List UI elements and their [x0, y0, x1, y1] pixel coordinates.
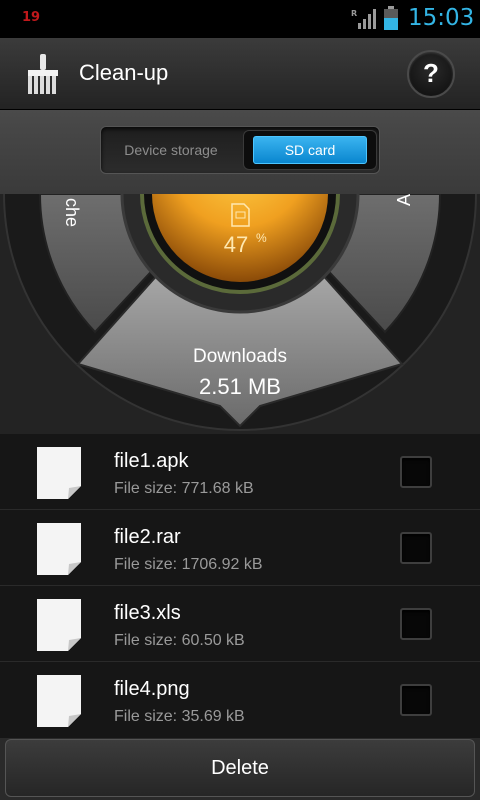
file-icon	[37, 599, 81, 651]
storage-dial: che A 47 % Downloads 2.51 MB	[0, 194, 480, 434]
file-name: file4.png	[114, 678, 190, 700]
file-icon	[37, 675, 81, 727]
notification-count: 19	[22, 10, 41, 25]
file-name: file2.rar	[114, 526, 181, 548]
downloads-size: 2.51 MB	[199, 374, 281, 399]
storage-toggle: Device storage SD card	[100, 126, 380, 174]
storage-toggle-area: Device storage SD card	[0, 110, 480, 194]
sd-card-tab[interactable]: SD card	[253, 136, 367, 164]
file-size: File size: 60.50 kB	[114, 632, 245, 649]
gauge-percent-sign: %	[256, 231, 267, 245]
file-size: File size: 1706.92 kB	[114, 556, 263, 573]
status-bar: 19 R 15:03	[0, 0, 480, 38]
gauge-percent: 47	[224, 232, 248, 257]
battery-icon	[384, 6, 398, 30]
file-name: file1.apk	[114, 450, 189, 472]
list-item[interactable]: file1.apk File size: 771.68 kB	[0, 434, 480, 510]
delete-button[interactable]: Delete	[5, 739, 475, 797]
file-list: file1.apk File size: 771.68 kB file2.rar…	[0, 434, 480, 738]
file-size: File size: 771.68 kB	[114, 480, 254, 497]
signal-icon: R	[351, 9, 376, 29]
file-icon	[37, 447, 81, 499]
list-item[interactable]: file3.xls File size: 60.50 kB	[0, 586, 480, 662]
file-checkbox[interactable]	[400, 532, 432, 564]
help-button[interactable]: ?	[407, 50, 455, 98]
list-item[interactable]: file2.rar File size: 1706.92 kB	[0, 510, 480, 586]
roaming-indicator: R	[351, 9, 357, 18]
downloads-label: Downloads	[193, 346, 287, 367]
page-title: Clean-up	[79, 60, 169, 85]
file-checkbox[interactable]	[400, 608, 432, 640]
sd-card-tab-frame: SD card	[243, 130, 377, 170]
file-icon	[37, 523, 81, 575]
file-size: File size: 35.69 kB	[114, 708, 245, 725]
device-storage-tab[interactable]: Device storage	[101, 127, 241, 173]
list-item[interactable]: file4.png File size: 35.69 kB	[0, 662, 480, 738]
bottom-bar: Delete	[0, 738, 480, 800]
clock: 15:03	[408, 5, 475, 31]
broom-icon	[28, 54, 58, 94]
file-checkbox[interactable]	[400, 684, 432, 716]
file-checkbox[interactable]	[400, 456, 432, 488]
action-bar: Clean-up ?	[0, 38, 480, 110]
cache-segment-label: che	[62, 198, 82, 227]
file-name: file3.xls	[114, 602, 181, 624]
apps-segment-label: A	[394, 194, 414, 206]
